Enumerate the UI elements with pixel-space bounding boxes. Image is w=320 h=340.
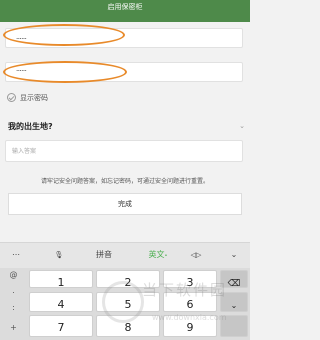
english-mode-dot: •: [164, 253, 168, 259]
cursor-icon[interactable]: ◁▷: [184, 243, 208, 267]
done-button[interactable]: 完成: [8, 193, 242, 215]
answer-placeholder: 输入答案: [12, 148, 37, 155]
english-mode[interactable]: 英文•: [138, 243, 178, 267]
watermark-logo-icon: [102, 281, 144, 323]
key-1[interactable]: 1: [29, 270, 93, 289]
highlight-oval-2: [3, 61, 127, 83]
symbol-dot[interactable]: .: [0, 286, 27, 295]
key-1-num: 1: [57, 276, 65, 289]
chevron-down-icon[interactable]: ⌄: [239, 122, 245, 130]
key-4[interactable]: 4: [29, 292, 93, 312]
keyboard-toolbar: ⋯ 🎙 拼音 英文• ◁▷ ⌄: [0, 242, 250, 268]
watermark-en: www.downxia.com: [152, 313, 227, 322]
mic-icon[interactable]: 🎙: [48, 243, 70, 267]
symbol-colon[interactable]: :: [0, 303, 27, 312]
symbol-at[interactable]: @: [0, 270, 27, 279]
show-password-checkbox[interactable]: [7, 93, 16, 102]
highlight-oval-1: [3, 24, 125, 46]
menu-grid-icon[interactable]: ⋯: [6, 243, 26, 267]
key-7[interactable]: 7: [29, 315, 93, 337]
symbol-plus[interactable]: +: [0, 323, 27, 332]
pinyin-mode[interactable]: 拼音: [84, 243, 124, 267]
key-7-num: 7: [57, 321, 65, 334]
watermark-cn: 当下软件园: [142, 281, 228, 299]
answer-input[interactable]: 输入答案: [5, 140, 243, 162]
app-header: 启用保密柜: [0, 0, 250, 22]
security-question[interactable]: 我的出生地?: [8, 121, 53, 132]
watermark: 当下软件园 www.downxia.com: [92, 279, 247, 335]
key-4-num: 4: [57, 298, 65, 311]
hint-text: 请牢记安全问题答案，如忘记密码，可通过安全问题进行重置。: [40, 178, 209, 185]
english-mode-label: 英文: [148, 250, 165, 259]
collapse-icon[interactable]: ⌄: [224, 243, 244, 267]
show-password-label: 显示密码: [20, 94, 48, 102]
page-title: 启用保密柜: [107, 3, 143, 11]
